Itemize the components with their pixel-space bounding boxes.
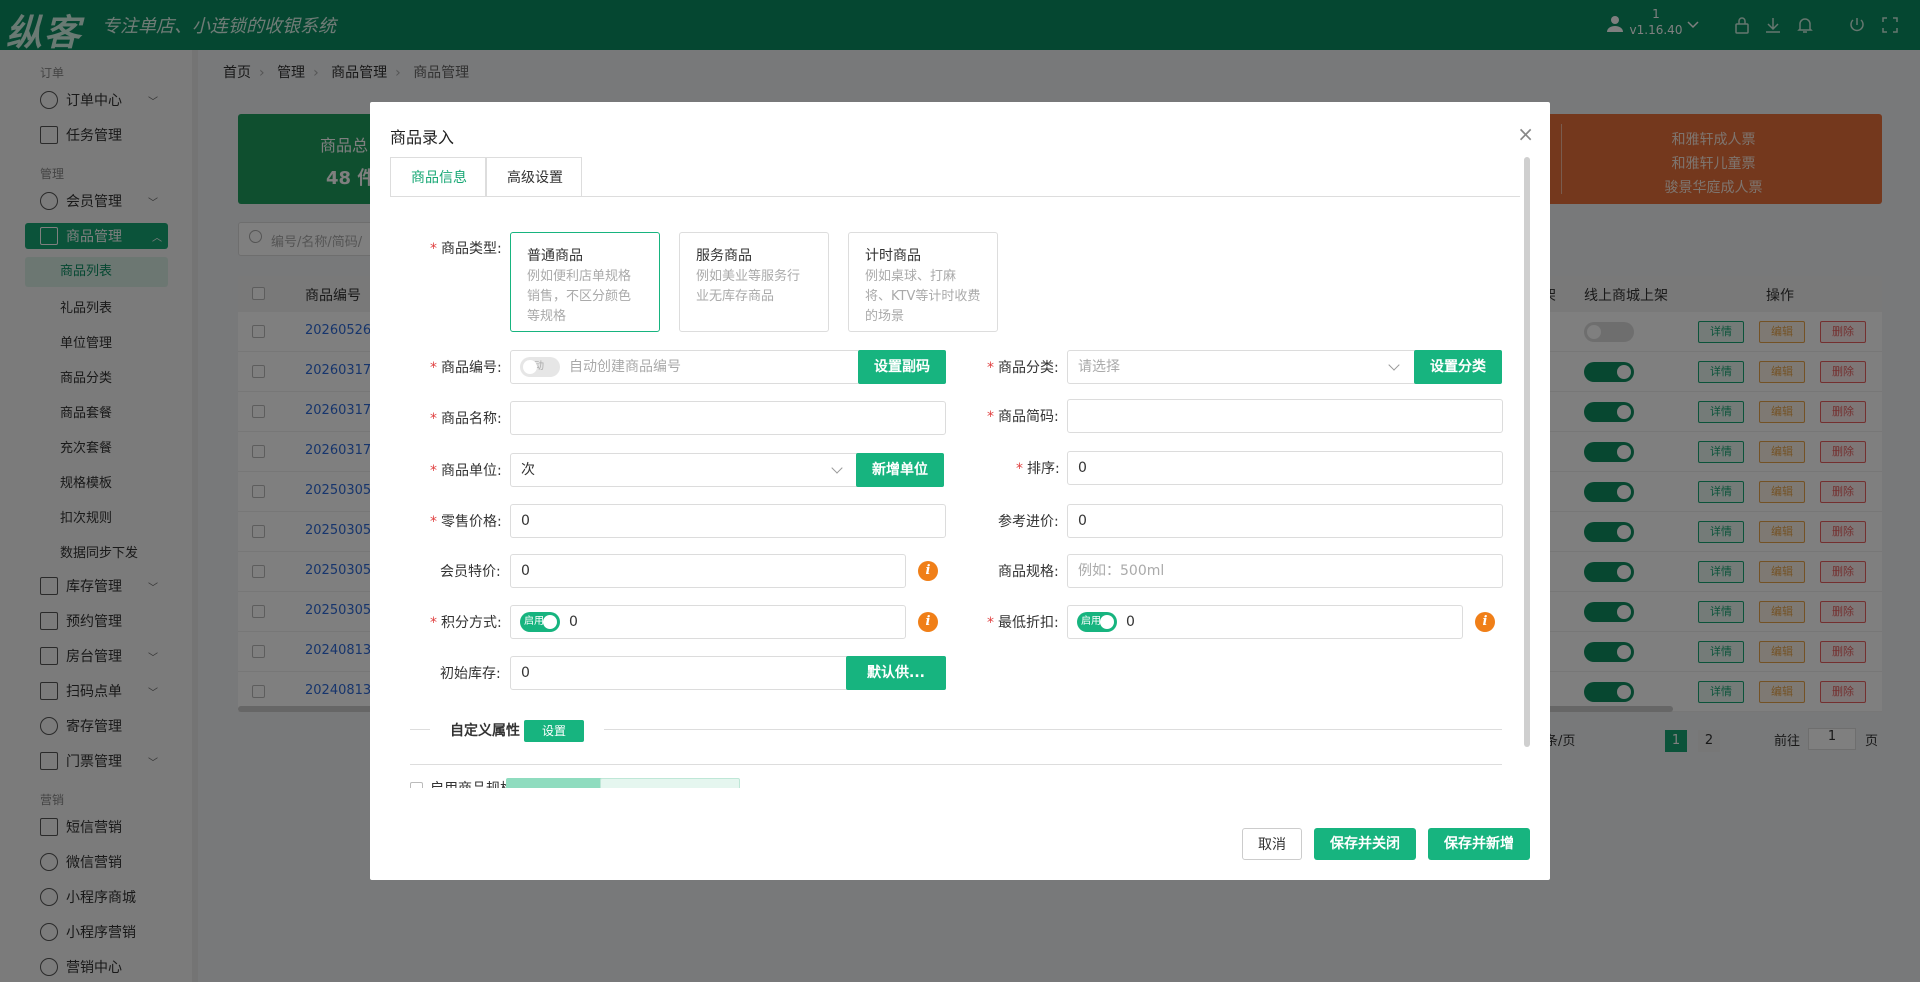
tabs-divider xyxy=(390,196,1520,197)
product-name-input[interactable] xyxy=(510,401,946,435)
product-type-desc: 例如美业等服务行业无库存商品 xyxy=(696,269,801,304)
product-type-label: 商品类型: xyxy=(430,238,502,258)
info-icon[interactable]: i xyxy=(918,561,938,581)
spec-enable-row: 启用商品规格 xyxy=(410,778,1502,788)
custom-attr-set-button[interactable]: 设置 xyxy=(524,720,584,742)
product-type-service[interactable]: 服务商品 例如美业等服务行业无库存商品 xyxy=(679,232,829,332)
set-sub-code-button[interactable]: 设置副码 xyxy=(858,350,946,384)
retail-price-label: 零售价格: xyxy=(430,511,502,531)
tab-advanced-settings[interactable]: 高级设置 xyxy=(486,157,582,197)
info-icon[interactable]: i xyxy=(1475,612,1495,632)
spec-input[interactable]: 例如：500ml xyxy=(1067,554,1503,588)
ref-cost-label: 参考进价: xyxy=(998,514,1059,530)
enable-spec-label: 启用商品规格 xyxy=(430,778,514,788)
spec-option-button[interactable] xyxy=(600,778,740,788)
set-category-button[interactable]: 设置分类 xyxy=(1414,350,1502,384)
product-name-label: 商品名称: xyxy=(430,408,502,428)
initial-stock-input[interactable]: 0 xyxy=(510,656,860,690)
retail-price-input[interactable]: 0 xyxy=(510,504,946,538)
product-type-title: 计时商品 xyxy=(865,248,921,264)
product-type-timed[interactable]: 计时商品 例如桌球、打麻将、KTV等计时收费的场景 xyxy=(848,232,998,332)
product-abbr-input[interactable] xyxy=(1067,399,1503,433)
product-type-normal[interactable]: 普通商品 例如便利店单规格销售，不区分颜色等规格 xyxy=(510,232,660,332)
points-toggle[interactable]: 启用 xyxy=(520,612,560,632)
product-entry-dialog: 商品录入 × 商品信息 高级设置 商品类型: 普通商品 例如便利店单规格销售，不… xyxy=(370,102,1550,880)
product-type-desc: 例如桌球、打麻将、KTV等计时收费的场景 xyxy=(865,269,981,324)
sort-label: 排序: xyxy=(1016,458,1060,478)
save-close-button[interactable]: 保存并关闭 xyxy=(1314,828,1416,860)
auto-code-toggle[interactable]: 自动 xyxy=(520,357,560,377)
product-unit-label: 商品单位: xyxy=(430,460,502,480)
initial-stock-label: 初始库存: xyxy=(440,666,501,682)
spec-option-button[interactable] xyxy=(506,778,606,788)
dialog-title: 商品录入 xyxy=(390,128,455,147)
close-icon[interactable]: × xyxy=(1517,124,1534,144)
member-price-input[interactable]: 0 xyxy=(510,554,906,588)
spec-label: 商品规格: xyxy=(998,564,1059,580)
default-supplier-button[interactable]: 默认供... xyxy=(846,656,946,690)
divider xyxy=(410,764,1502,765)
dialog-scrollbar[interactable] xyxy=(1524,157,1530,747)
min-discount-input[interactable]: 0 xyxy=(1067,605,1463,639)
sort-input[interactable]: 0 xyxy=(1067,451,1503,485)
save-new-button[interactable]: 保存并新增 xyxy=(1428,828,1530,860)
min-discount-label: 最低折扣: xyxy=(987,612,1059,632)
category-select[interactable]: 请选择 xyxy=(1067,350,1417,384)
product-type-title: 普通商品 xyxy=(527,248,583,264)
product-abbr-label: 商品简码: xyxy=(987,406,1059,426)
points-input[interactable]: 0 xyxy=(510,605,906,639)
product-code-input[interactable]: 自动创建商品编号 xyxy=(510,350,860,384)
product-code-label: 商品编号: xyxy=(430,357,502,377)
discount-toggle[interactable]: 启用 xyxy=(1077,612,1117,632)
category-label: 商品分类: xyxy=(987,357,1059,377)
product-type-desc: 例如便利店单规格销售，不区分颜色等规格 xyxy=(527,269,632,324)
cancel-button[interactable]: 取消 xyxy=(1242,828,1302,860)
enable-spec-checkbox[interactable] xyxy=(410,782,423,788)
ref-cost-input[interactable]: 0 xyxy=(1067,504,1503,538)
divider xyxy=(604,729,1502,730)
divider xyxy=(410,729,430,730)
custom-attr-title: 自定义属性 xyxy=(450,723,520,739)
points-method-label: 积分方式: xyxy=(430,612,502,632)
tab-product-info[interactable]: 商品信息 xyxy=(390,157,486,197)
info-icon[interactable]: i xyxy=(918,612,938,632)
product-type-title: 服务商品 xyxy=(696,248,752,264)
product-unit-select[interactable]: 次 xyxy=(510,453,860,487)
add-unit-button[interactable]: 新增单位 xyxy=(856,453,944,487)
member-price-label: 会员特价: xyxy=(440,564,501,580)
